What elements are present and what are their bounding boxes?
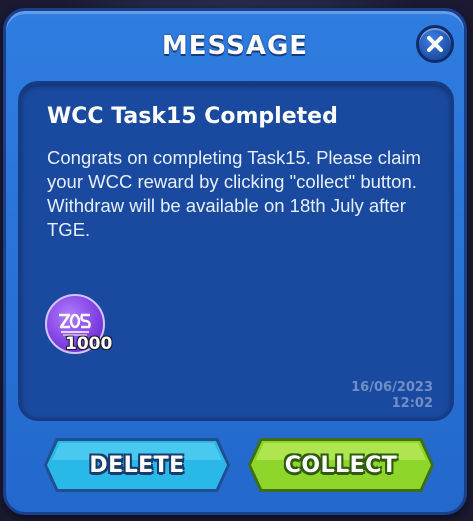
message-time: 12:02 — [391, 396, 433, 411]
message-dialog: MESSAGE WCC Task15 Completed Congrats on… — [3, 8, 467, 515]
close-icon — [427, 36, 443, 52]
message-timestamp: 16/06/2023 12:02 — [351, 380, 433, 412]
delete-button-label: DELETE — [89, 452, 185, 478]
reward-amount: 1000 — [65, 334, 113, 354]
collect-button[interactable]: COLLECT — [246, 436, 436, 494]
message-panel: WCC Task15 Completed Congrats on complet… — [18, 81, 454, 421]
message-body: Congrats on completing Task15. Please cl… — [47, 147, 421, 240]
delete-button[interactable]: DELETE — [42, 436, 232, 494]
message-title: WCC Task15 Completed — [47, 104, 338, 129]
message-date: 16/06/2023 — [351, 380, 433, 395]
collect-button-label: COLLECT — [284, 452, 398, 478]
dialog-title: MESSAGE — [161, 31, 309, 61]
reward-item: 1000 — [45, 294, 125, 358]
close-button[interactable] — [416, 25, 454, 63]
